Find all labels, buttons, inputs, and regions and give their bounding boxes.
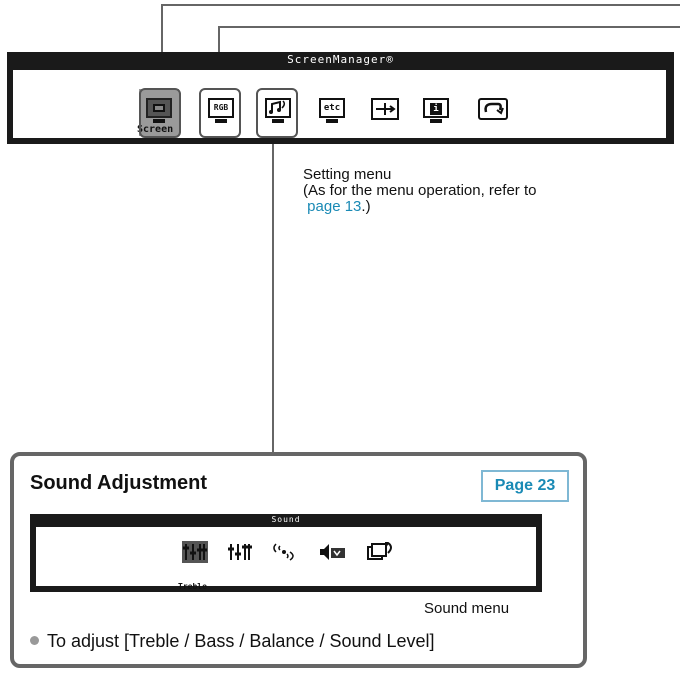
sound-adjust-bullet: To adjust [Treble / Bass / Balance / Sou…: [30, 631, 435, 652]
sound-level-icon[interactable]: [318, 541, 348, 563]
screenmanager-window: ScreenManager® Screen RGB etc i: [7, 52, 674, 144]
callout-line-2-horizontal: [218, 26, 680, 28]
callout-line-1-horizontal: [161, 4, 680, 6]
sound-menu-caption: Sound menu: [424, 600, 510, 617]
sound-menu-icon-panel: Treble: [36, 527, 536, 591]
setting-menu-ref: page 13.): [303, 199, 536, 215]
setting-menu-suffix: .): [361, 198, 371, 215]
bullet-dot-icon: [30, 635, 39, 645]
language-icon[interactable]: [476, 97, 508, 125]
setting-menu-caption: Setting menu (As for the menu operation,…: [303, 167, 536, 215]
sound-highlight-box: [256, 88, 298, 138]
sound-adjust-bullet-text: To adjust [Treble / Bass / Balance / Sou…: [47, 631, 435, 651]
sound-menu-window: Sound Treble: [30, 514, 542, 592]
page-23-link[interactable]: Page 23: [481, 470, 569, 502]
others-icon[interactable]: etc: [317, 97, 347, 125]
screen-highlight-box: [139, 88, 181, 138]
setting-menu-title: Setting menu: [303, 166, 392, 183]
power-icon[interactable]: [369, 97, 399, 125]
information-icon-text: i: [430, 103, 442, 115]
page-13-link[interactable]: page 13: [307, 198, 361, 215]
balance-icon[interactable]: [270, 541, 298, 563]
treble-icon[interactable]: [182, 541, 208, 563]
bass-icon[interactable]: [227, 541, 253, 563]
return-icon[interactable]: [366, 541, 396, 563]
others-icon-text: etc: [323, 103, 341, 113]
treble-icon-label: Treble: [178, 582, 207, 591]
sound-adjustment-title: Sound Adjustment: [30, 472, 208, 494]
sound-menu-title: Sound: [271, 515, 301, 524]
screenmanager-title: ScreenManager®: [287, 53, 394, 66]
setting-menu-note: (As for the menu operation, refer to: [303, 182, 537, 199]
color-highlight-box: [199, 88, 241, 138]
screenmanager-icon-panel: Screen RGB etc i: [13, 70, 666, 138]
information-icon[interactable]: i: [421, 97, 451, 125]
callout-line-3-vertical: [272, 124, 274, 454]
